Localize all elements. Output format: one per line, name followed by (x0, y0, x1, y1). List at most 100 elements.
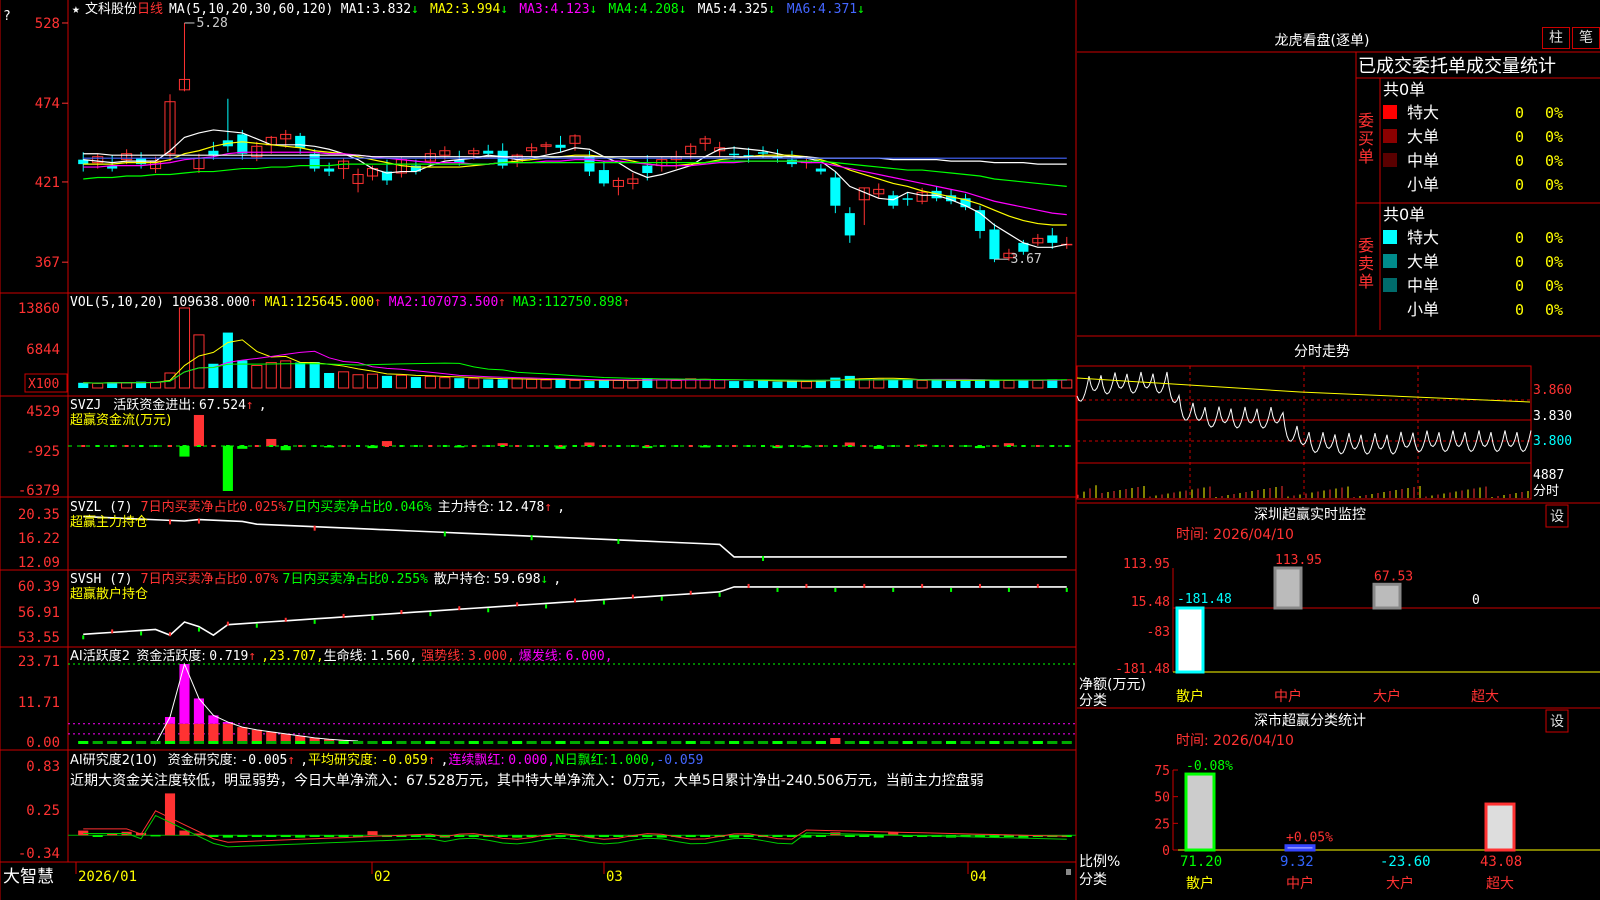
active-base-dot (974, 741, 986, 744)
sz-class-title: 深市超赢分类统计 (1254, 712, 1366, 729)
candle-body-down (1047, 235, 1058, 243)
fund-flow-bar (222, 446, 233, 491)
lhb-sell-row-pct: 0% (1545, 229, 1563, 247)
ai-active-d-value: 3.000, (468, 649, 515, 664)
tab-tick-view[interactable]: 笔 (1572, 27, 1600, 49)
ai-active-a-label: 资金活跃度: (136, 648, 205, 664)
candle-body-down (729, 153, 740, 156)
sz-class-top-label: +0.05% (1286, 831, 1333, 846)
ai-research-comma: , (300, 753, 308, 768)
retail-holding-tick (400, 610, 403, 615)
retail-holding-tick (718, 592, 721, 597)
ai-research-e-value: -0.059 (656, 753, 703, 768)
active-base-dot (367, 741, 378, 744)
active-base-dot (671, 741, 682, 744)
ai-research-c-value: 0.000, (508, 753, 555, 768)
research-bar (497, 835, 508, 837)
candle-body-down (483, 150, 494, 154)
fund-flow-dot (558, 445, 563, 447)
lhb-buy-side-char: 买 (1358, 129, 1374, 148)
research-bar (367, 831, 378, 836)
svzl-tick-label: 20.35 (18, 507, 60, 523)
main-holding-tick (313, 525, 316, 531)
volume-bar-up (92, 382, 104, 389)
volume-bar-up (178, 307, 191, 389)
svzj-label: 活跃资金进出: (113, 397, 195, 413)
lhb-buy-row-count: 0 (1515, 104, 1524, 122)
fund-flow-dot (312, 445, 317, 447)
lhb-sell-row-pct: 0% (1545, 253, 1563, 271)
sz-monitor-value: 113.95 (1275, 553, 1322, 568)
active-base-dot (222, 741, 233, 744)
fund-flow-dot (587, 445, 592, 447)
fund-flow-dot (544, 445, 549, 447)
period-label: 日线 (137, 2, 163, 17)
ai-research-d-value: 1.000, (610, 753, 657, 768)
tab-bar-view[interactable]: 柱 (1542, 27, 1570, 49)
ma-arrow: ↓ (411, 2, 419, 17)
svsh-subtitle: 超赢散户持仓 (70, 586, 148, 602)
ai-active-tick-label: 11.71 (18, 695, 60, 711)
lhb-sell-swatch (1383, 254, 1397, 268)
active-base-dot (1047, 741, 1058, 744)
sz-monitor-value: 0 (1472, 593, 1480, 608)
ma-params: MA(5,10,20,30,60,120) (169, 2, 333, 17)
fund-flow-dot (949, 445, 954, 447)
main-holding-tick (762, 555, 765, 561)
ai-research-b-value: -0.059 (381, 753, 428, 768)
svsh-comma: , (553, 572, 561, 587)
volume-ma-label: MA1: (265, 295, 296, 310)
lhb-sell-side-char: 委 (1358, 236, 1374, 255)
research-bar (309, 835, 320, 837)
fund-flow-dot (1006, 445, 1011, 447)
research-bar (468, 835, 479, 837)
active-base-dot (555, 741, 566, 744)
active-base-dot (237, 741, 248, 744)
sz-monitor-category: 中户 (1274, 688, 1302, 705)
research-bar (598, 835, 609, 837)
lhb-buy-row-pct: 0% (1545, 152, 1563, 170)
volume-ma-arrow: ↑ (622, 295, 630, 310)
active-base-dot (179, 741, 190, 744)
retail-holding-tick (950, 587, 953, 592)
research-bar (743, 835, 754, 837)
volume-bar-down (844, 375, 855, 388)
retail-holding-tick (516, 602, 519, 607)
active-base-dot (902, 741, 913, 744)
volume-bar-up (251, 364, 263, 389)
fund-flow-dot (515, 445, 520, 447)
candle-body-down (642, 165, 653, 174)
retail-holding-tick (371, 616, 374, 620)
lhb-title: 龙虎看盘(逐单) (1275, 32, 1370, 49)
active-base-dot (512, 741, 523, 744)
svzl-tick-label: 16.22 (18, 531, 60, 547)
lhb-sell-row-name: 小单 (1407, 300, 1439, 319)
lhb-buy-row-name: 中单 (1407, 151, 1439, 170)
fund-flow-dot (703, 445, 708, 447)
fund-flow-dot (775, 445, 780, 447)
active-bar-base (193, 723, 205, 744)
research-bar (266, 835, 277, 837)
sz-class-tick-label: 50 (1154, 791, 1170, 806)
active-base-dot (1032, 741, 1043, 744)
ai-active-a-value: 0.719 (209, 649, 248, 664)
retail-holding-tick (429, 612, 432, 617)
svzl-b-value: 0.046% (385, 500, 432, 515)
active-base-dot (251, 741, 262, 744)
research-bar (410, 835, 421, 837)
sz-class-top-label: -0.08% (1186, 759, 1233, 774)
ma-arrow: ↓ (500, 2, 508, 17)
fund-flow-dot (225, 445, 230, 447)
volume-bar-down (497, 379, 508, 388)
ai-research-a-label: 资金研究度: (168, 752, 237, 768)
ai-research-comment: 近期大资金关注度较低，明显弱势，今日大单净流入：67.528万元，其中特大单净流… (70, 772, 984, 789)
stock-chart-canvas[interactable]: 528 474 421 367? 5.28 3.67 ★ 文科股份 日线 MA(5,10,20,3… (0, 0, 1600, 900)
svzj-arrow: ↑ (246, 398, 254, 413)
lhb-sell-row-count: 0 (1515, 229, 1524, 247)
active-base-dot (1003, 741, 1014, 744)
volume-bar-down (1018, 379, 1029, 388)
retail-holding-tick (660, 596, 663, 601)
volume-bar-down (960, 380, 971, 388)
svzl-subtitle: 超赢主力持仓 (70, 514, 148, 530)
volume-bar-up (916, 379, 928, 389)
